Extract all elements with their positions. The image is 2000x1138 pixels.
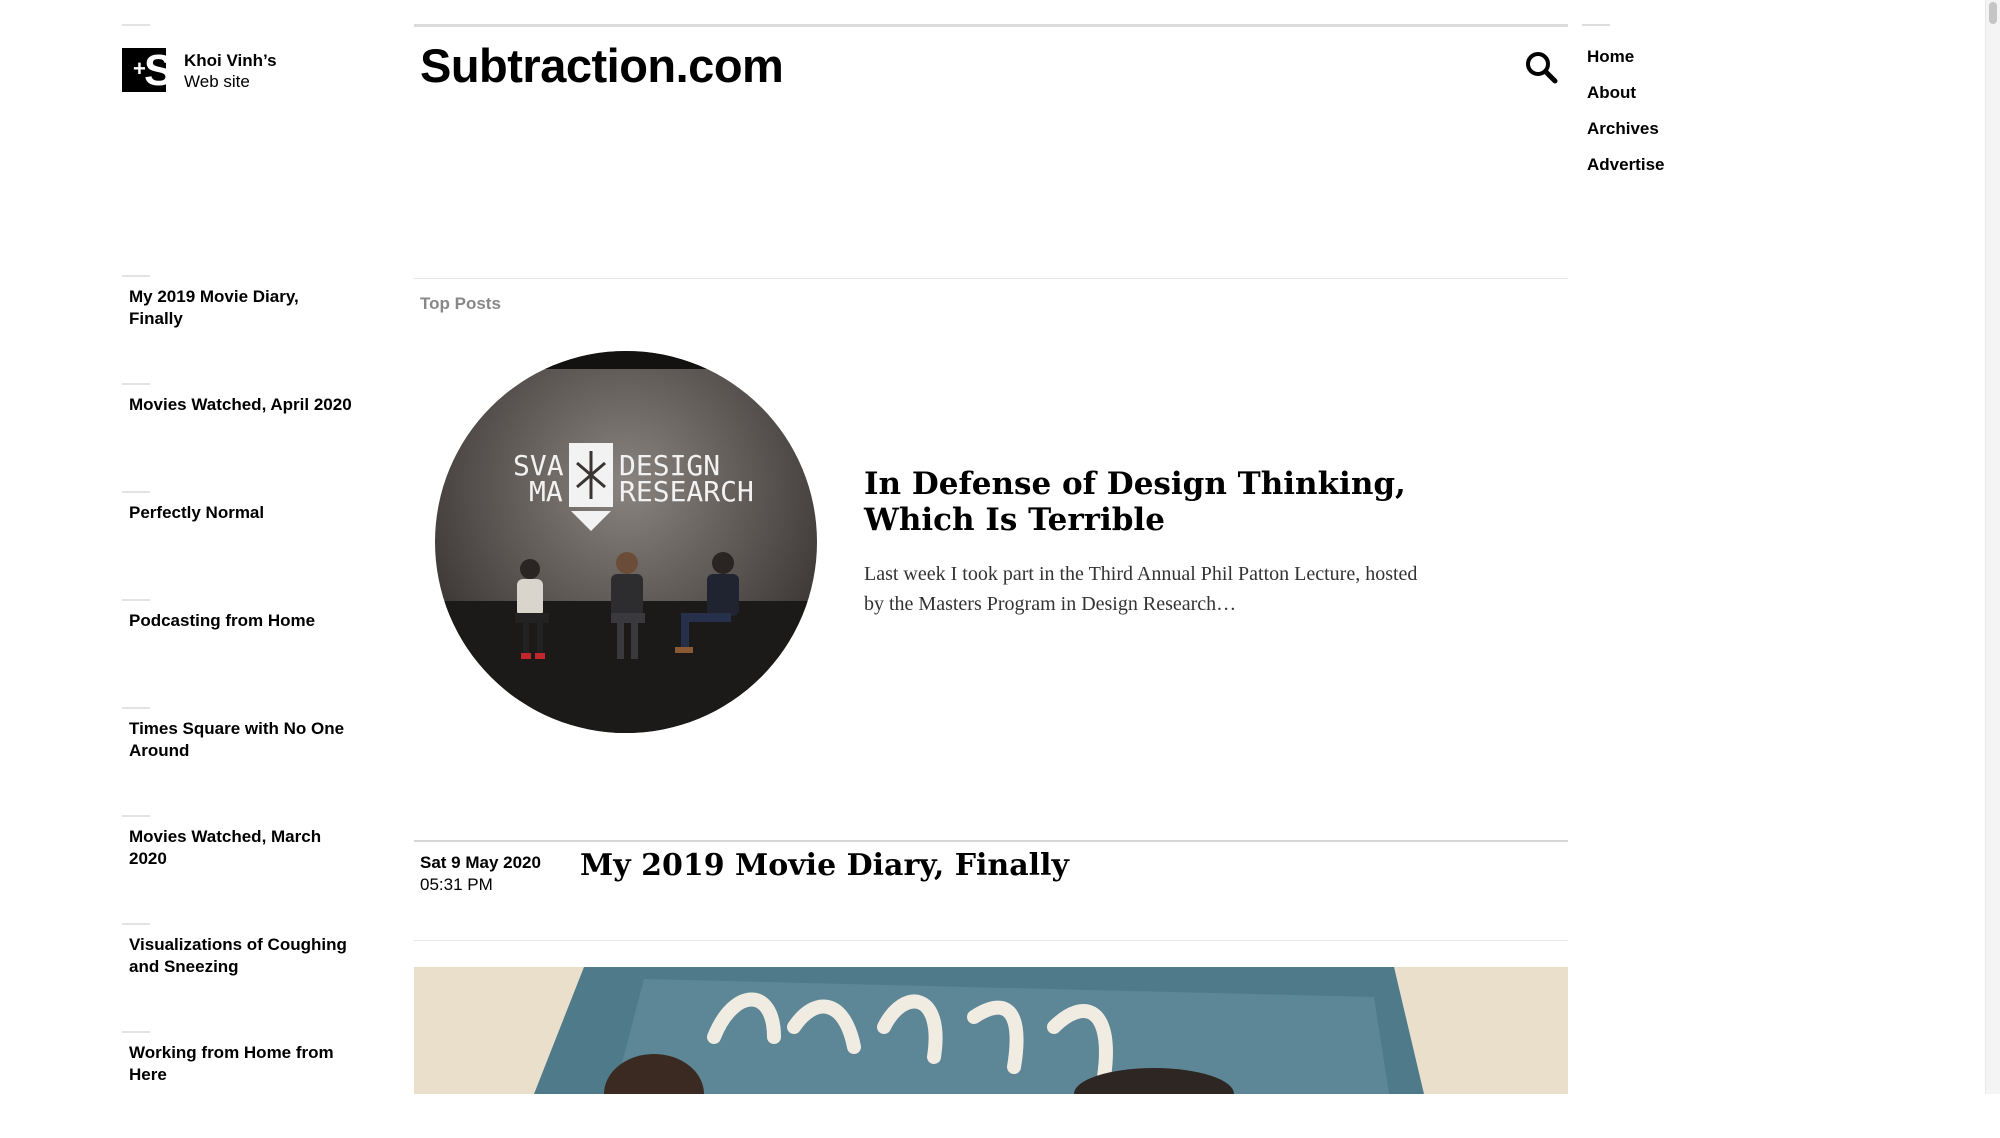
sidebar-item[interactable]: My 2019 Movie Diary, Finally [122,274,362,382]
sidebar-item-rule [122,923,150,925]
site-title[interactable]: Subtraction.com [420,38,784,94]
site-logo-icon[interactable]: + S [122,48,166,92]
sidebar-item-rule [122,815,150,817]
author-name: Khoi Vinh’s [184,51,277,70]
sidebar-item[interactable]: Times Square with No One Around [122,706,362,814]
primary-nav: Home About Archives Advertise [1587,46,1664,190]
sidebar-item-label[interactable]: Working from Home from Here [129,1042,357,1086]
nav-item-advertise[interactable]: Advertise [1587,154,1664,190]
poster-photo [414,967,1568,1094]
stage-photo: SVA MA DESIGN RESEARCH [435,351,817,733]
sidebar-recent-posts: My 2019 Movie Diary, Finally Movies Watc… [122,274,362,1138]
sidebar-item[interactable]: Movies Watched, April 2020 [122,382,362,490]
author-subtitle: Web site [184,72,250,91]
sidebar-item-label[interactable]: Times Square with No One Around [129,718,357,762]
logo-s-glyph: S [144,48,166,93]
header-rule [414,24,1568,27]
post-rule [414,840,1568,842]
nav-item-home[interactable]: Home [1587,46,1664,82]
sidebar-item[interactable]: Visualizations of Coughing and Sneezing [122,922,362,1030]
sidebar-item-rule [122,383,150,385]
sidebar-item-label[interactable]: Perfectly Normal [129,502,357,524]
sidebar-item-label[interactable]: Podcasting from Home [129,610,357,632]
post-hero-image[interactable] [414,967,1568,1094]
featured-post-image[interactable]: SVA MA DESIGN RESEARCH [435,351,817,733]
sidebar-item-label[interactable]: Movies Watched, April 2020 [129,394,357,416]
sidebar-item-rule [122,707,150,709]
featured-post-title[interactable]: In Defense of Design Thinking, Which Is … [864,466,1424,538]
search-icon [1526,52,1558,84]
sidebar-item[interactable]: Perfectly Normal [122,490,362,598]
sidebar-item-rule [122,1031,150,1033]
sidebar-item[interactable]: Podcasting from Home [122,598,362,706]
search-button[interactable] [1524,50,1558,84]
sidebar-item[interactable]: Movies Watched, March 2020 [122,814,362,922]
sidebar-item[interactable]: Working from Home from Here [122,1030,362,1138]
post-datetime: Sat 9 May 2020 05:31 PM [420,852,541,896]
logo-top-rule [122,24,150,26]
nav-top-rule [1582,24,1610,26]
sidebar-item-label[interactable]: My 2019 Movie Diary, Finally [129,286,357,330]
sidebar-item-rule [122,491,150,493]
post-title[interactable]: My 2019 Movie Diary, Finally [580,846,1069,886]
sidebar-item-rule [122,599,150,601]
vertical-scrollbar[interactable] [1985,0,2000,1094]
post-date: Sat 9 May 2020 [420,853,541,872]
sidebar-item-label[interactable]: Visualizations of Coughing and Sneezing [129,934,357,978]
post-image-rule [414,940,1568,941]
site-byline[interactable]: Khoi Vinh’s Web site [184,50,277,92]
screen-text-ma: MA [529,475,563,508]
nav-item-about[interactable]: About [1587,82,1664,118]
scrollbar-thumb[interactable] [1989,2,1997,24]
sidebar-item-rule [122,275,150,277]
top-posts-heading: Top Posts [420,294,501,313]
nav-item-archives[interactable]: Archives [1587,118,1664,154]
screen-text-research: RESEARCH [619,475,754,508]
top-posts-rule [414,278,1568,279]
featured-post-excerpt: Last week I took part in the Third Annua… [864,563,1418,615]
sidebar-item-label[interactable]: Movies Watched, March 2020 [129,826,357,870]
post-time: 05:31 PM [420,875,493,894]
